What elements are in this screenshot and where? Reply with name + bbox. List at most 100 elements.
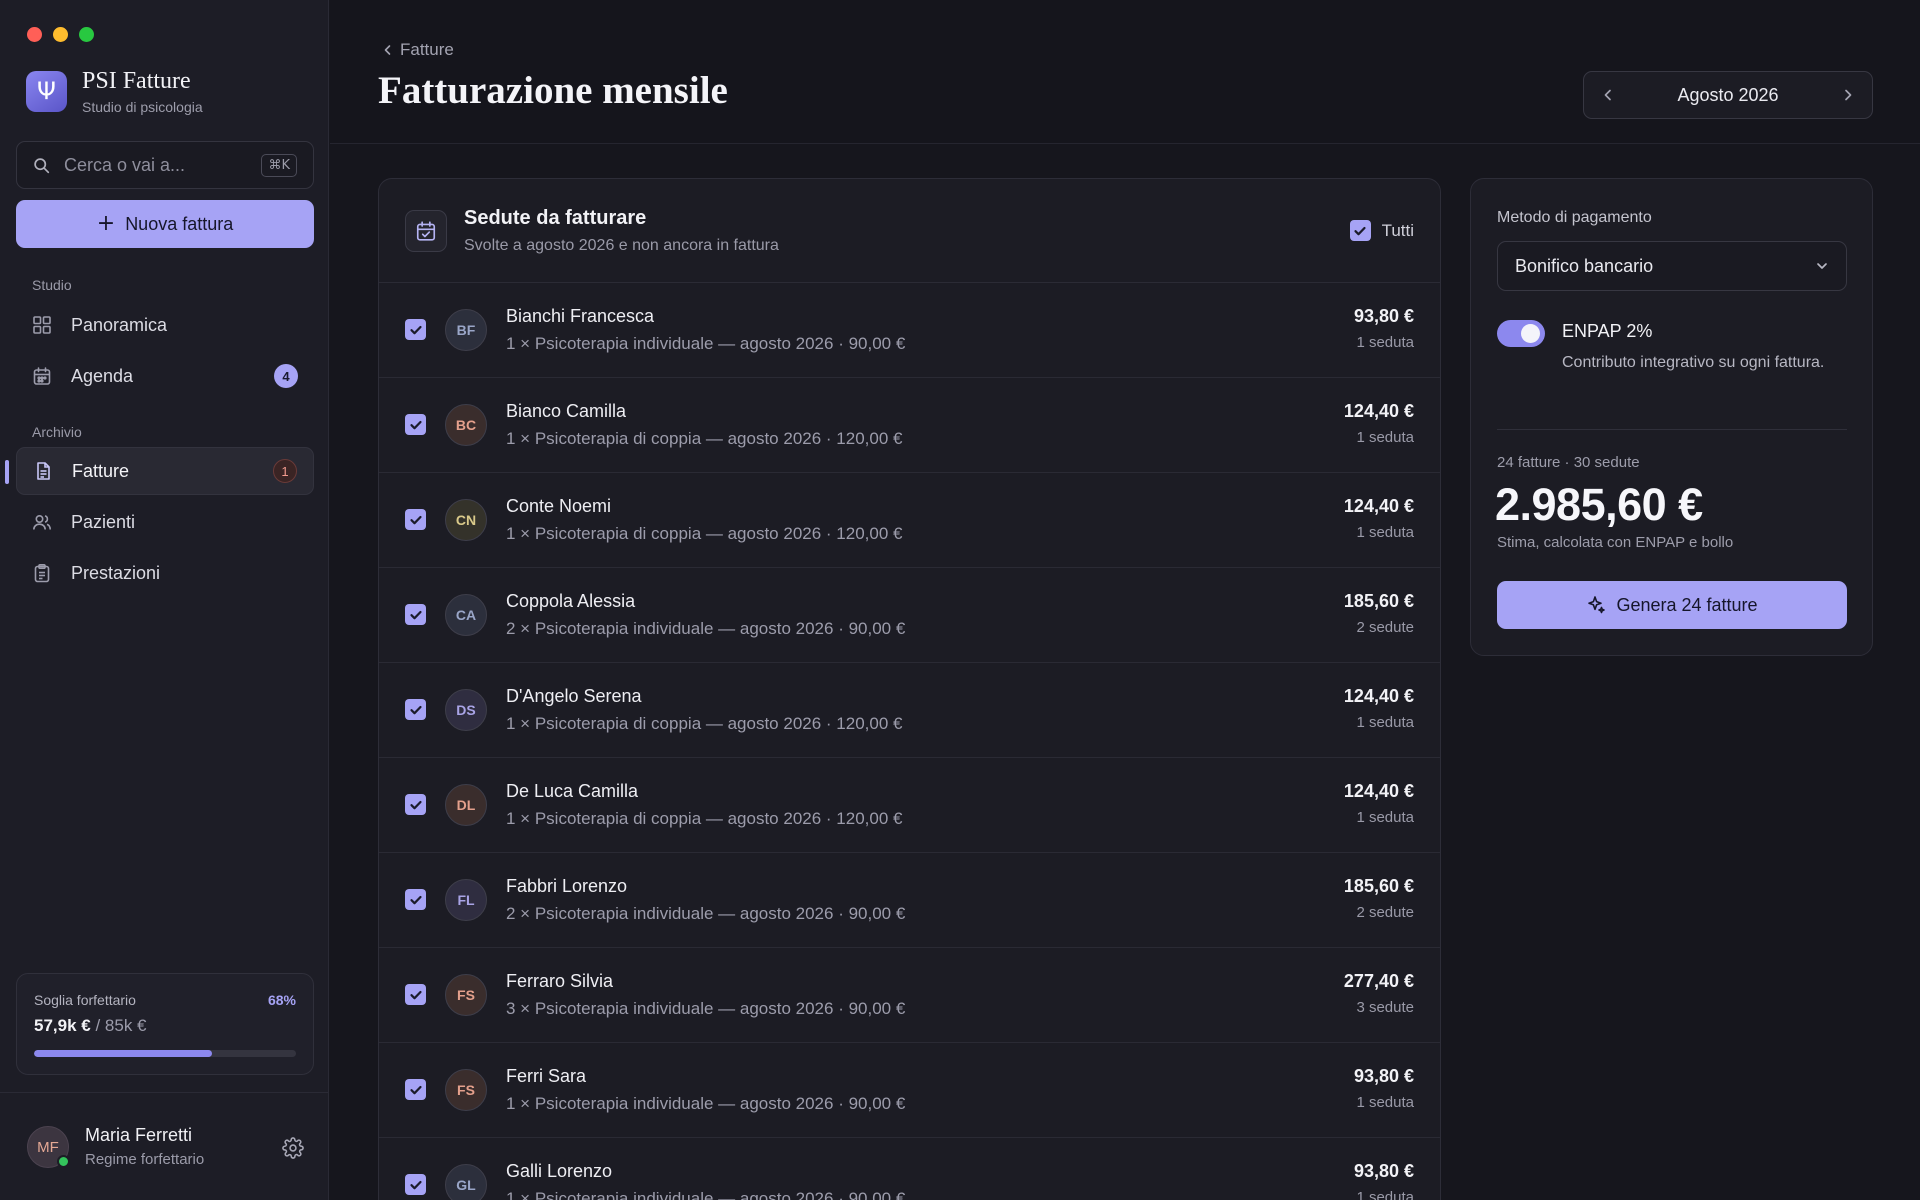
session-count: 2 sedute (1356, 619, 1414, 636)
session-checkbox[interactable] (405, 984, 426, 1005)
avatar[interactable]: MF (27, 1126, 70, 1168)
online-status-dot (57, 1155, 70, 1168)
patient-avatar: DS (445, 689, 487, 731)
page-title: Fatturazione mensile (378, 69, 728, 112)
gear-icon[interactable] (282, 1137, 304, 1159)
row-amount: 124,40 € (1343, 781, 1414, 801)
table-row[interactable]: FL Fabbri Lorenzo 2 × Psicoterapia individ… (379, 853, 1440, 948)
minimize-window-button[interactable] (53, 27, 68, 42)
checkmark-icon (409, 800, 422, 809)
generate-invoices-button[interactable]: Genera 24 fatture (1497, 581, 1847, 629)
patient-avatar: FS (445, 974, 487, 1016)
session-checkbox[interactable] (405, 699, 426, 720)
checkmark-icon (409, 1180, 422, 1189)
previous-month-button[interactable] (1601, 88, 1615, 102)
session-description: 1 × Psicoterapia di coppia — agosto 2026… (506, 714, 903, 733)
table-row[interactable]: FS Ferri Sara 1 × Psicoterapia individuale… (379, 1043, 1440, 1138)
payment-method-select[interactable]: Bonifico bancario (1497, 241, 1847, 291)
patient-avatar: DL (445, 784, 487, 826)
session-checkbox[interactable] (405, 889, 426, 910)
user-area: MF Maria Ferretti Regime forfettario (0, 1092, 329, 1200)
sessions-card: Sedute da fatturare Svolte a agosto 2026… (378, 178, 1441, 1200)
payment-method-label: Metodo di pagamento (1497, 209, 1652, 226)
session-count: 3 sedute (1356, 999, 1414, 1016)
grid-icon (33, 316, 51, 334)
patient-name: Bianchi Francesca (506, 306, 655, 326)
search-input[interactable]: Cerca o vai a... ⌘K (16, 141, 314, 189)
session-description: 3 × Psicoterapia individuale — agosto 20… (506, 999, 906, 1018)
maximize-window-button[interactable] (79, 27, 94, 42)
select-all-label: Tutti (1381, 220, 1414, 240)
brand: Ψ PSI Fatture Studio di psicologia (26, 68, 203, 115)
select-all-checkbox[interactable]: Tutti (1349, 220, 1414, 241)
sidebar-item-panoramica[interactable]: Panoramica (16, 301, 314, 349)
enpap-toggle[interactable] (1497, 320, 1545, 347)
session-checkbox[interactable] (405, 604, 426, 625)
sessions-title: Sedute da fatturare (464, 207, 647, 229)
table-row[interactable]: CN Conte Noemi 1 × Psicoterapia di coppia … (379, 473, 1440, 568)
table-row[interactable]: CA Coppola Alessia 2 × Psicoterapia indivi… (379, 568, 1440, 663)
checkmark-icon (409, 990, 422, 999)
estimate-note: Stima, calcolata con ENPAP e bollo (1497, 534, 1734, 551)
sidebar-item-label: Prestazioni (71, 562, 161, 583)
sidebar-item-label: Agenda (71, 365, 134, 386)
session-checkbox[interactable] (405, 414, 426, 435)
patient-name: Coppola Alessia (506, 591, 636, 611)
breadcrumb[interactable]: Fatture (382, 40, 454, 60)
patient-avatar: BC (445, 404, 487, 446)
patient-name: Conte Noemi (506, 496, 612, 516)
row-amount: 124,40 € (1343, 401, 1414, 421)
plus-icon: + (96, 211, 116, 236)
sparkle-icon (1588, 596, 1606, 614)
session-checkbox[interactable] (405, 1079, 426, 1100)
page-header: Fatture Fatturazione mensile Agosto 2026 (330, 0, 1920, 144)
table-row[interactable]: BC Bianco Camilla 1 × Psicoterapia di copp… (379, 378, 1440, 473)
new-invoice-label: Nuova fattura (125, 213, 234, 234)
row-amount: 185,60 € (1343, 876, 1414, 896)
session-description: 1 × Psicoterapia individuale — agosto 20… (506, 1094, 906, 1113)
sidebar-item-prestazioni[interactable]: Prestazioni (16, 549, 314, 597)
quota-label: Soglia forfettario (34, 992, 136, 1008)
row-amount: 277,40 € (1343, 971, 1414, 991)
sidebar-item-fatture[interactable]: Fatture 1 (16, 447, 314, 495)
table-row[interactable]: GL Galli Lorenzo 1 × Psicoterapia individu… (379, 1138, 1440, 1200)
session-checkbox[interactable] (405, 794, 426, 815)
sidebar-item-label: Pazienti (71, 511, 136, 532)
next-month-button[interactable] (1841, 88, 1855, 102)
row-amount: 185,60 € (1343, 591, 1414, 611)
session-count: 1 seduta (1356, 524, 1414, 541)
session-checkbox[interactable] (405, 1174, 426, 1195)
close-window-button[interactable] (27, 27, 42, 42)
chevron-down-icon (1817, 263, 1827, 269)
session-count: 1 seduta (1356, 429, 1414, 446)
new-invoice-button[interactable]: + Nuova fattura (16, 200, 314, 248)
avatar-initials: MF (37, 1138, 59, 1156)
enpap-description: Contributo integrativo su ogni fattura. (1562, 354, 1825, 371)
patient-name: Bianco Camilla (506, 401, 627, 421)
table-row[interactable]: DL De Luca Camilla 1 × Psicoterapia di cop… (379, 758, 1440, 853)
table-row[interactable]: FS Ferraro Silvia 3 × Psicoterapia individ… (379, 948, 1440, 1043)
toggle-knob (1521, 324, 1540, 343)
divider (1497, 429, 1847, 430)
agenda-count-badge: 4 (274, 364, 298, 388)
breadcrumb-label: Fatture (400, 40, 454, 59)
quota-limit: / 85k € (95, 1016, 147, 1035)
patient-avatar: FL (445, 879, 487, 921)
session-description: 1 × Psicoterapia individuale — agosto 20… (506, 1189, 906, 1200)
sidebar-item-agenda[interactable]: Agenda 4 (16, 352, 314, 400)
checkmark-icon (409, 325, 422, 334)
search-placeholder: Cerca o vai a... (64, 154, 186, 175)
sidebar-item-pazienti[interactable]: Pazienti (16, 498, 314, 546)
session-count: 1 seduta (1356, 809, 1414, 826)
checkmark-icon (409, 705, 422, 714)
table-row[interactable]: DS D'Angelo Serena 1 × Psicoterapia di cop… (379, 663, 1440, 758)
quota-value: 57,9k € (34, 1016, 91, 1035)
session-checkbox[interactable] (405, 319, 426, 340)
brand-subtitle: Studio di psicologia (82, 98, 203, 115)
patient-avatar: GL (445, 1164, 487, 1200)
session-checkbox[interactable] (405, 509, 426, 530)
quota-card: Soglia forfettario 68% 57,9k € / 85k € (16, 973, 314, 1075)
patient-name: Ferri Sara (506, 1066, 587, 1086)
table-row[interactable]: BF Bianchi Francesca 1 × Psicoterapia indi… (379, 283, 1440, 378)
user-name: Maria Ferretti (85, 1125, 193, 1145)
